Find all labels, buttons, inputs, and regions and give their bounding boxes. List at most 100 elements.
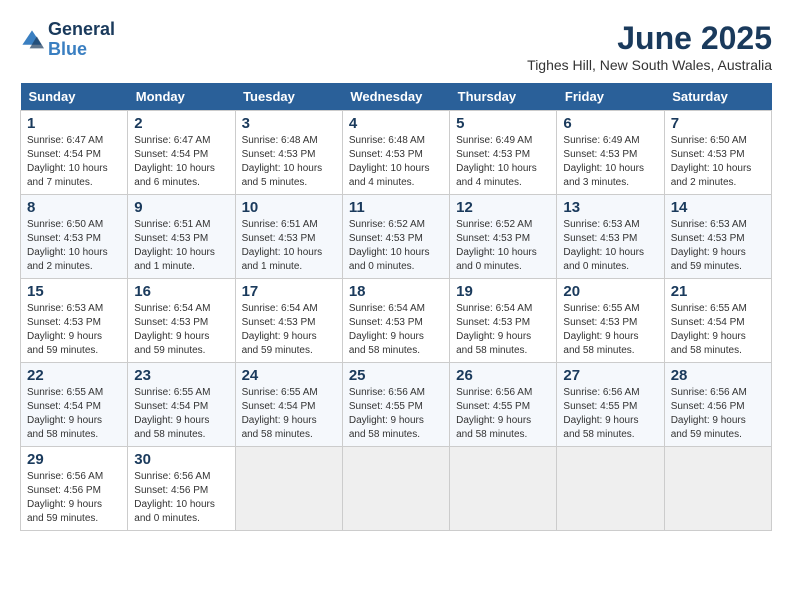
day-info: Sunrise: 6:55 AMSunset: 4:54 PMDaylight:…: [242, 387, 318, 440]
week-row-2: 8 Sunrise: 6:50 AMSunset: 4:53 PMDayligh…: [21, 195, 772, 279]
calendar-cell: 4 Sunrise: 6:48 AMSunset: 4:53 PMDayligh…: [342, 111, 449, 195]
header-tuesday: Tuesday: [235, 83, 342, 111]
day-number: 17: [242, 283, 336, 300]
day-info: Sunrise: 6:54 AMSunset: 4:53 PMDaylight:…: [134, 303, 210, 356]
calendar-cell: 9 Sunrise: 6:51 AMSunset: 4:53 PMDayligh…: [128, 195, 235, 279]
day-number: 6: [563, 115, 657, 132]
title-section: June 2025 Tighes Hill, New South Wales, …: [527, 20, 772, 73]
day-number: 5: [456, 115, 550, 132]
calendar-header-row: SundayMondayTuesdayWednesdayThursdayFrid…: [21, 83, 772, 111]
day-info: Sunrise: 6:56 AMSunset: 4:55 PMDaylight:…: [456, 387, 532, 440]
calendar-cell: 12 Sunrise: 6:52 AMSunset: 4:53 PMDaylig…: [450, 195, 557, 279]
day-info: Sunrise: 6:55 AMSunset: 4:54 PMDaylight:…: [27, 387, 103, 440]
day-number: 27: [563, 367, 657, 384]
day-number: 28: [671, 367, 765, 384]
calendar-cell: 6 Sunrise: 6:49 AMSunset: 4:53 PMDayligh…: [557, 111, 664, 195]
calendar-cell: 10 Sunrise: 6:51 AMSunset: 4:53 PMDaylig…: [235, 195, 342, 279]
day-number: 12: [456, 199, 550, 216]
day-info: Sunrise: 6:56 AMSunset: 4:56 PMDaylight:…: [134, 471, 215, 524]
day-info: Sunrise: 6:54 AMSunset: 4:53 PMDaylight:…: [242, 303, 318, 356]
calendar-cell: 21 Sunrise: 6:55 AMSunset: 4:54 PMDaylig…: [664, 279, 771, 363]
calendar-cell: 27 Sunrise: 6:56 AMSunset: 4:55 PMDaylig…: [557, 363, 664, 447]
calendar-cell: [664, 447, 771, 531]
day-info: Sunrise: 6:56 AMSunset: 4:56 PMDaylight:…: [27, 471, 103, 524]
day-info: Sunrise: 6:56 AMSunset: 4:55 PMDaylight:…: [563, 387, 639, 440]
day-info: Sunrise: 6:47 AMSunset: 4:54 PMDaylight:…: [134, 135, 215, 188]
page-header: GeneralGeneral Blue June 2025 Tighes Hil…: [20, 20, 772, 73]
day-number: 2: [134, 115, 228, 132]
calendar-cell: 22 Sunrise: 6:55 AMSunset: 4:54 PMDaylig…: [21, 363, 128, 447]
calendar-cell: 3 Sunrise: 6:48 AMSunset: 4:53 PMDayligh…: [235, 111, 342, 195]
calendar-cell: 30 Sunrise: 6:56 AMSunset: 4:56 PMDaylig…: [128, 447, 235, 531]
logo-icon: [20, 28, 44, 52]
day-info: Sunrise: 6:56 AMSunset: 4:56 PMDaylight:…: [671, 387, 747, 440]
month-title: June 2025: [527, 20, 772, 57]
logo-text: GeneralGeneral Blue: [48, 20, 115, 60]
day-info: Sunrise: 6:53 AMSunset: 4:53 PMDaylight:…: [563, 219, 644, 272]
day-info: Sunrise: 6:52 AMSunset: 4:53 PMDaylight:…: [456, 219, 537, 272]
week-row-3: 15 Sunrise: 6:53 AMSunset: 4:53 PMDaylig…: [21, 279, 772, 363]
calendar-cell: [450, 447, 557, 531]
day-info: Sunrise: 6:51 AMSunset: 4:53 PMDaylight:…: [134, 219, 215, 272]
day-number: 9: [134, 199, 228, 216]
day-number: 24: [242, 367, 336, 384]
day-info: Sunrise: 6:48 AMSunset: 4:53 PMDaylight:…: [242, 135, 323, 188]
day-number: 15: [27, 283, 121, 300]
location: Tighes Hill, New South Wales, Australia: [527, 57, 772, 73]
day-number: 23: [134, 367, 228, 384]
day-info: Sunrise: 6:55 AMSunset: 4:53 PMDaylight:…: [563, 303, 639, 356]
week-row-1: 1 Sunrise: 6:47 AMSunset: 4:54 PMDayligh…: [21, 111, 772, 195]
day-info: Sunrise: 6:53 AMSunset: 4:53 PMDaylight:…: [27, 303, 103, 356]
calendar-cell: [342, 447, 449, 531]
calendar-cell: 15 Sunrise: 6:53 AMSunset: 4:53 PMDaylig…: [21, 279, 128, 363]
calendar-cell: 11 Sunrise: 6:52 AMSunset: 4:53 PMDaylig…: [342, 195, 449, 279]
calendar-cell: 29 Sunrise: 6:56 AMSunset: 4:56 PMDaylig…: [21, 447, 128, 531]
calendar-cell: 28 Sunrise: 6:56 AMSunset: 4:56 PMDaylig…: [664, 363, 771, 447]
header-saturday: Saturday: [664, 83, 771, 111]
day-number: 30: [134, 451, 228, 468]
calendar-cell: 16 Sunrise: 6:54 AMSunset: 4:53 PMDaylig…: [128, 279, 235, 363]
day-number: 13: [563, 199, 657, 216]
day-number: 16: [134, 283, 228, 300]
day-info: Sunrise: 6:54 AMSunset: 4:53 PMDaylight:…: [349, 303, 425, 356]
header-monday: Monday: [128, 83, 235, 111]
calendar-cell: 18 Sunrise: 6:54 AMSunset: 4:53 PMDaylig…: [342, 279, 449, 363]
calendar-cell: [235, 447, 342, 531]
day-number: 22: [27, 367, 121, 384]
day-number: 7: [671, 115, 765, 132]
day-number: 8: [27, 199, 121, 216]
day-info: Sunrise: 6:47 AMSunset: 4:54 PMDaylight:…: [27, 135, 108, 188]
calendar-cell: 26 Sunrise: 6:56 AMSunset: 4:55 PMDaylig…: [450, 363, 557, 447]
calendar-cell: [557, 447, 664, 531]
calendar-cell: 5 Sunrise: 6:49 AMSunset: 4:53 PMDayligh…: [450, 111, 557, 195]
header-sunday: Sunday: [21, 83, 128, 111]
day-info: Sunrise: 6:53 AMSunset: 4:53 PMDaylight:…: [671, 219, 747, 272]
calendar-cell: 14 Sunrise: 6:53 AMSunset: 4:53 PMDaylig…: [664, 195, 771, 279]
logo: GeneralGeneral Blue: [20, 20, 115, 60]
day-info: Sunrise: 6:55 AMSunset: 4:54 PMDaylight:…: [671, 303, 747, 356]
day-number: 11: [349, 199, 443, 216]
day-number: 10: [242, 199, 336, 216]
calendar-cell: 2 Sunrise: 6:47 AMSunset: 4:54 PMDayligh…: [128, 111, 235, 195]
calendar-cell: 20 Sunrise: 6:55 AMSunset: 4:53 PMDaylig…: [557, 279, 664, 363]
day-number: 14: [671, 199, 765, 216]
day-number: 19: [456, 283, 550, 300]
day-number: 21: [671, 283, 765, 300]
calendar-table: SundayMondayTuesdayWednesdayThursdayFrid…: [20, 83, 772, 531]
day-info: Sunrise: 6:49 AMSunset: 4:53 PMDaylight:…: [456, 135, 537, 188]
week-row-5: 29 Sunrise: 6:56 AMSunset: 4:56 PMDaylig…: [21, 447, 772, 531]
calendar-cell: 1 Sunrise: 6:47 AMSunset: 4:54 PMDayligh…: [21, 111, 128, 195]
day-info: Sunrise: 6:50 AMSunset: 4:53 PMDaylight:…: [27, 219, 108, 272]
day-number: 20: [563, 283, 657, 300]
day-number: 25: [349, 367, 443, 384]
day-info: Sunrise: 6:49 AMSunset: 4:53 PMDaylight:…: [563, 135, 644, 188]
header-friday: Friday: [557, 83, 664, 111]
calendar-cell: 8 Sunrise: 6:50 AMSunset: 4:53 PMDayligh…: [21, 195, 128, 279]
day-info: Sunrise: 6:51 AMSunset: 4:53 PMDaylight:…: [242, 219, 323, 272]
calendar-cell: 13 Sunrise: 6:53 AMSunset: 4:53 PMDaylig…: [557, 195, 664, 279]
calendar-cell: 17 Sunrise: 6:54 AMSunset: 4:53 PMDaylig…: [235, 279, 342, 363]
day-info: Sunrise: 6:48 AMSunset: 4:53 PMDaylight:…: [349, 135, 430, 188]
day-number: 26: [456, 367, 550, 384]
day-info: Sunrise: 6:52 AMSunset: 4:53 PMDaylight:…: [349, 219, 430, 272]
header-thursday: Thursday: [450, 83, 557, 111]
